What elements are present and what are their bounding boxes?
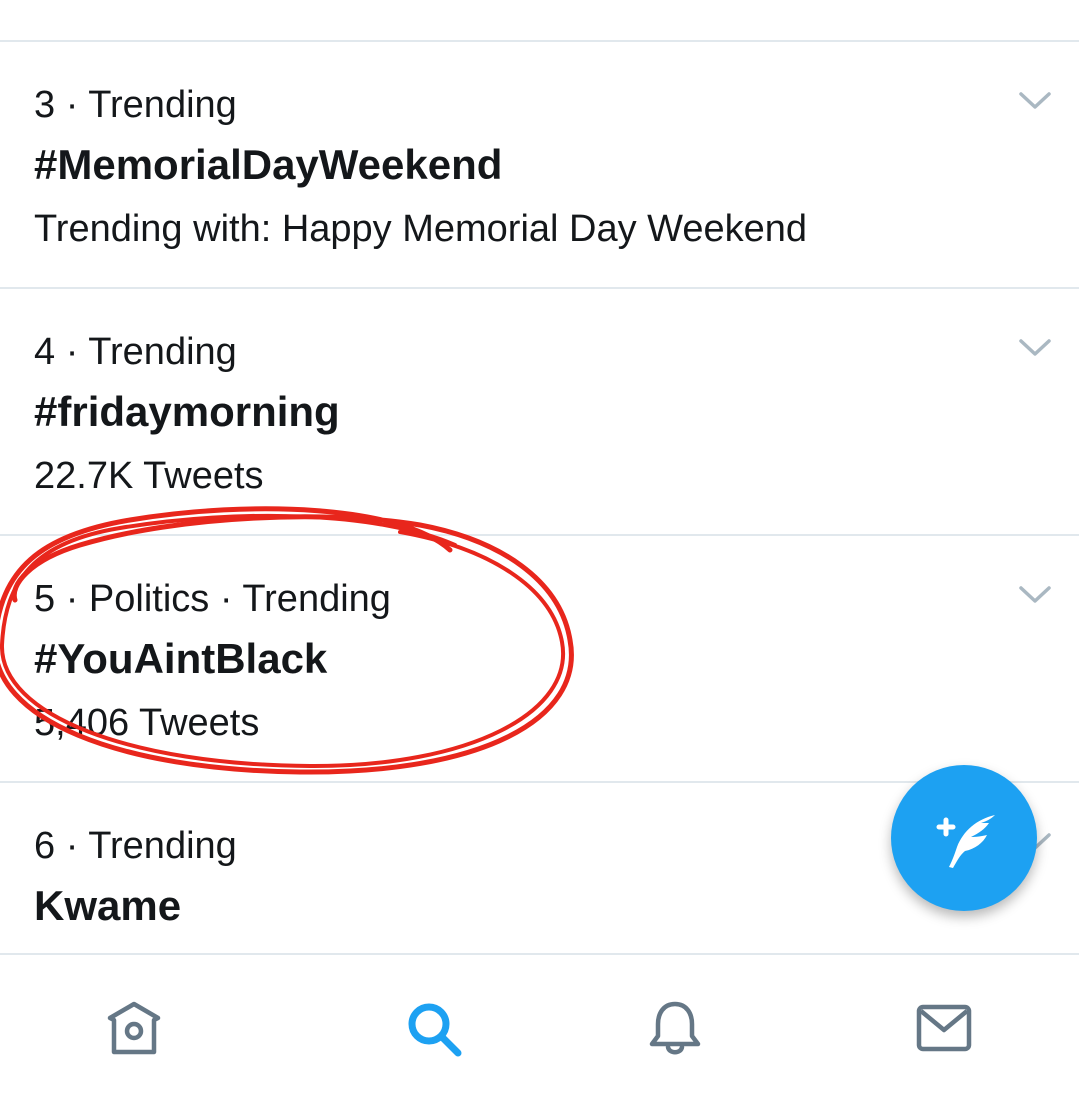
trend-tweet-count: 5,406 Tweets (34, 702, 260, 744)
trend-meta: 5 · Politics · Trending (34, 578, 391, 620)
search-icon (408, 1003, 462, 1057)
trend-name: Kwame (34, 882, 182, 929)
trend-meta: 3 · Trending (34, 84, 237, 126)
nav-messages[interactable] (884, 955, 1004, 1100)
nav-search[interactable] (373, 955, 493, 1100)
compose-tweet-button[interactable] (891, 765, 1037, 911)
trend-name: #MemorialDayWeekend (34, 141, 503, 188)
notifications-bell-icon (649, 1001, 701, 1055)
compose-tweet-icon (936, 815, 995, 868)
trend-meta: 4 · Trending (34, 331, 237, 373)
trend-item[interactable]: 3 · Trending #MemorialDayWeekend Trendin… (0, 42, 1079, 287)
trend-context: Trending with: Happy Memorial Day Weeken… (34, 208, 808, 250)
trend-name: #fridaymorning (34, 388, 340, 435)
messages-envelope-icon (916, 1004, 972, 1052)
trend-item[interactable]: 4 · Trending #fridaymorning 22.7K Tweets (0, 289, 1079, 534)
chevron-down-icon[interactable] (1016, 580, 1054, 608)
home-icon (107, 1001, 161, 1055)
nav-notifications[interactable] (615, 955, 735, 1100)
chevron-down-icon[interactable] (1016, 333, 1054, 361)
bottom-navigation (0, 955, 1079, 1100)
chevron-down-icon[interactable] (1016, 86, 1054, 114)
trend-tweet-count: 22.7K Tweets (34, 455, 264, 497)
trend-item[interactable]: 5 · Politics · Trending #YouAintBlack 5,… (0, 536, 1079, 781)
trend-meta: 6 · Trending (34, 825, 237, 867)
nav-home[interactable] (74, 955, 194, 1100)
trend-name: #YouAintBlack (34, 635, 328, 682)
